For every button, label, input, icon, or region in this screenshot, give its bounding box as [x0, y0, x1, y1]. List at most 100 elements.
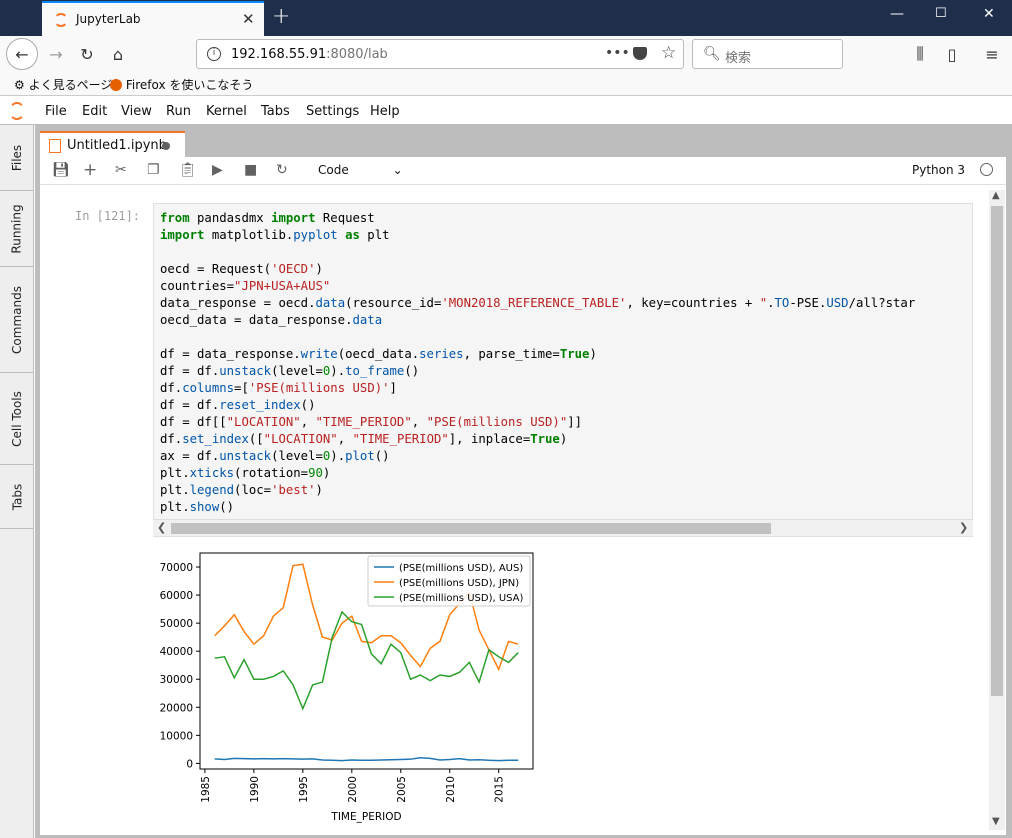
chevron-down-icon: ⌄: [392, 163, 403, 177]
restart-icon[interactable]: ↻: [276, 162, 288, 178]
legend-label: (PSE(millions USD), USA): [399, 593, 524, 604]
minimize-icon[interactable]: —: [890, 6, 904, 22]
notebook-tab[interactable]: Untitled1.ipynb: [40, 131, 185, 158]
url-text: 192.168.55.91:8080/lab: [231, 47, 388, 62]
menu-edit[interactable]: Edit: [82, 104, 107, 119]
paste-icon[interactable]: 📋︎: [179, 162, 197, 178]
code-line: plt.xticks(rotation=90): [160, 466, 331, 480]
code-horizontal-scrollbar[interactable]: ❮ ❯: [153, 519, 973, 536]
y-tick-label: 40000: [160, 646, 193, 658]
x-tick-label: 2010: [445, 776, 457, 803]
menu-settings[interactable]: Settings: [306, 104, 359, 119]
x-axis-label: TIME_PERIOD: [330, 811, 401, 823]
save-icon[interactable]: 💾︎: [52, 162, 70, 178]
scroll-thumb[interactable]: [171, 523, 771, 534]
home-button[interactable]: ⌂: [104, 40, 132, 68]
code-line: df = data_response.write(oecd_data.serie…: [160, 347, 597, 361]
pocket-icon[interactable]: [633, 47, 647, 60]
insert-cell-icon[interactable]: +: [83, 160, 97, 180]
y-tick-label: 10000: [160, 730, 193, 742]
x-tick-label: 1990: [249, 776, 261, 803]
code-line: df = df.unstack(level=0).to_frame(): [160, 364, 420, 378]
code-line: data_response = oecd.data(resource_id='M…: [160, 296, 916, 310]
cell-prompt: In [121]:: [75, 209, 141, 223]
code-cell-editor[interactable]: from pandasdmx import Request import matp…: [153, 203, 973, 537]
code-line: df.set_index(["LOCATION", "TIME_PERIOD"]…: [160, 432, 568, 446]
kernel-name[interactable]: Python 3: [912, 163, 965, 177]
search-placeholder: 検索: [725, 51, 752, 66]
scroll-left-icon[interactable]: ❮: [157, 521, 166, 534]
vertical-scroll-thumb[interactable]: [991, 206, 1003, 696]
jupyter-logo-icon: [9, 102, 25, 120]
reload-button[interactable]: ↻: [73, 40, 101, 68]
sidebar-tab-cell-tools[interactable]: Cell Tools: [0, 373, 34, 465]
y-tick-label: 70000: [160, 562, 193, 574]
browser-tab[interactable]: JupyterLab ✕: [42, 1, 264, 36]
menu-tabs[interactable]: Tabs: [261, 104, 290, 119]
browser-titlebar: JupyterLab ✕ + — ☐ ✕: [0, 0, 1012, 36]
stop-icon[interactable]: ■: [244, 162, 257, 178]
new-tab-icon[interactable]: +: [272, 4, 290, 29]
jupyter-favicon-icon: [54, 13, 68, 27]
cell-type-select[interactable]: Code ⌄: [318, 163, 403, 177]
sidebar-tab-tabs[interactable]: Tabs: [0, 465, 34, 529]
run-icon[interactable]: ▶: [212, 162, 223, 178]
site-info-icon[interactable]: i: [207, 47, 221, 61]
sidebar-toggle-icon[interactable]: ▯: [938, 40, 966, 68]
x-tick-label: 1995: [298, 776, 310, 803]
menu-help[interactable]: Help: [370, 104, 400, 119]
notebook-tab-title: Untitled1.ipynb: [67, 138, 167, 153]
menu-file[interactable]: File: [45, 104, 67, 119]
sidebar-tab-files[interactable]: Files: [0, 125, 34, 191]
maximize-icon[interactable]: ☐: [935, 6, 947, 21]
scroll-right-icon[interactable]: ❯: [959, 521, 968, 534]
jupyter-menubar: File Edit View Run Kernel Tabs Settings …: [0, 97, 1012, 125]
code-lines: from pandasdmx import Request import matp…: [160, 210, 915, 516]
output-line-chart: 0 10000 20000 30000 40000 50000 60000 70000 1985…: [160, 552, 534, 823]
notebook-vertical-scrollbar[interactable]: ▲ ▼: [989, 190, 1005, 830]
code-line: df = df.reset_index(): [160, 398, 316, 412]
bookmark-star-icon[interactable]: ☆: [661, 43, 676, 63]
code-line: df = df[["LOCATION", "TIME_PERIOD", "PSE…: [160, 415, 583, 429]
code-line: df.columns=['PSE(millions USD)']: [160, 381, 397, 395]
x-tick-label: 2015: [494, 776, 506, 803]
search-box[interactable]: 🔍︎ 検索: [692, 39, 843, 69]
cut-icon[interactable]: ✂: [115, 162, 127, 178]
x-tick-label: 1985: [200, 776, 212, 803]
hamburger-menu-icon[interactable]: ≡: [978, 40, 1006, 68]
x-tick-label: 2000: [347, 776, 359, 803]
menu-kernel[interactable]: Kernel: [206, 104, 247, 119]
legend-label: (PSE(millions USD), JPN): [399, 578, 519, 589]
bookmarks-toolbar: ⚙ よく見るページ Firefox を使いこなそう: [0, 72, 1012, 96]
legend-label: (PSE(millions USD), AUS): [399, 563, 523, 574]
url-bar[interactable]: i 192.168.55.91:8080/lab ••• ☆: [196, 39, 684, 69]
bookmark-firefox-tips[interactable]: Firefox を使いこなそう: [110, 76, 253, 93]
search-icon: 🔍︎: [703, 46, 721, 62]
code-line: oecd_data = data_response.data: [160, 313, 383, 327]
unsaved-indicator-icon[interactable]: [162, 142, 170, 150]
scroll-down-icon[interactable]: ▼: [992, 816, 1000, 827]
code-line: plt.legend(loc='best'): [160, 483, 323, 497]
bookmark-most-visited[interactable]: ⚙ よく見るページ: [14, 76, 112, 93]
code-line: ax = df.unstack(level=0).plot(): [160, 449, 390, 463]
library-icon[interactable]: ⫼: [906, 40, 934, 68]
browser-tab-title: JupyterLab: [76, 12, 141, 26]
y-tick-label: 20000: [160, 702, 193, 714]
y-tick-label: 50000: [160, 618, 193, 630]
forward-button[interactable]: →: [42, 40, 70, 68]
close-tab-icon[interactable]: ✕: [242, 10, 255, 28]
back-button[interactable]: ←: [6, 38, 38, 70]
code-line: plt.show(): [160, 500, 235, 514]
copy-icon[interactable]: ❐: [147, 162, 160, 178]
menu-run[interactable]: Run: [166, 104, 191, 119]
notebook-icon: [49, 139, 61, 153]
code-line: oecd = Request('OECD'): [160, 262, 323, 276]
sidebar-tab-commands[interactable]: Commands: [0, 267, 34, 373]
menu-view[interactable]: View: [121, 104, 152, 119]
scroll-up-icon[interactable]: ▲: [992, 190, 1000, 201]
page-actions-icon[interactable]: •••: [605, 45, 630, 61]
sidebar-tab-running[interactable]: Running: [0, 191, 34, 267]
window-close-icon[interactable]: ✕: [983, 6, 995, 22]
